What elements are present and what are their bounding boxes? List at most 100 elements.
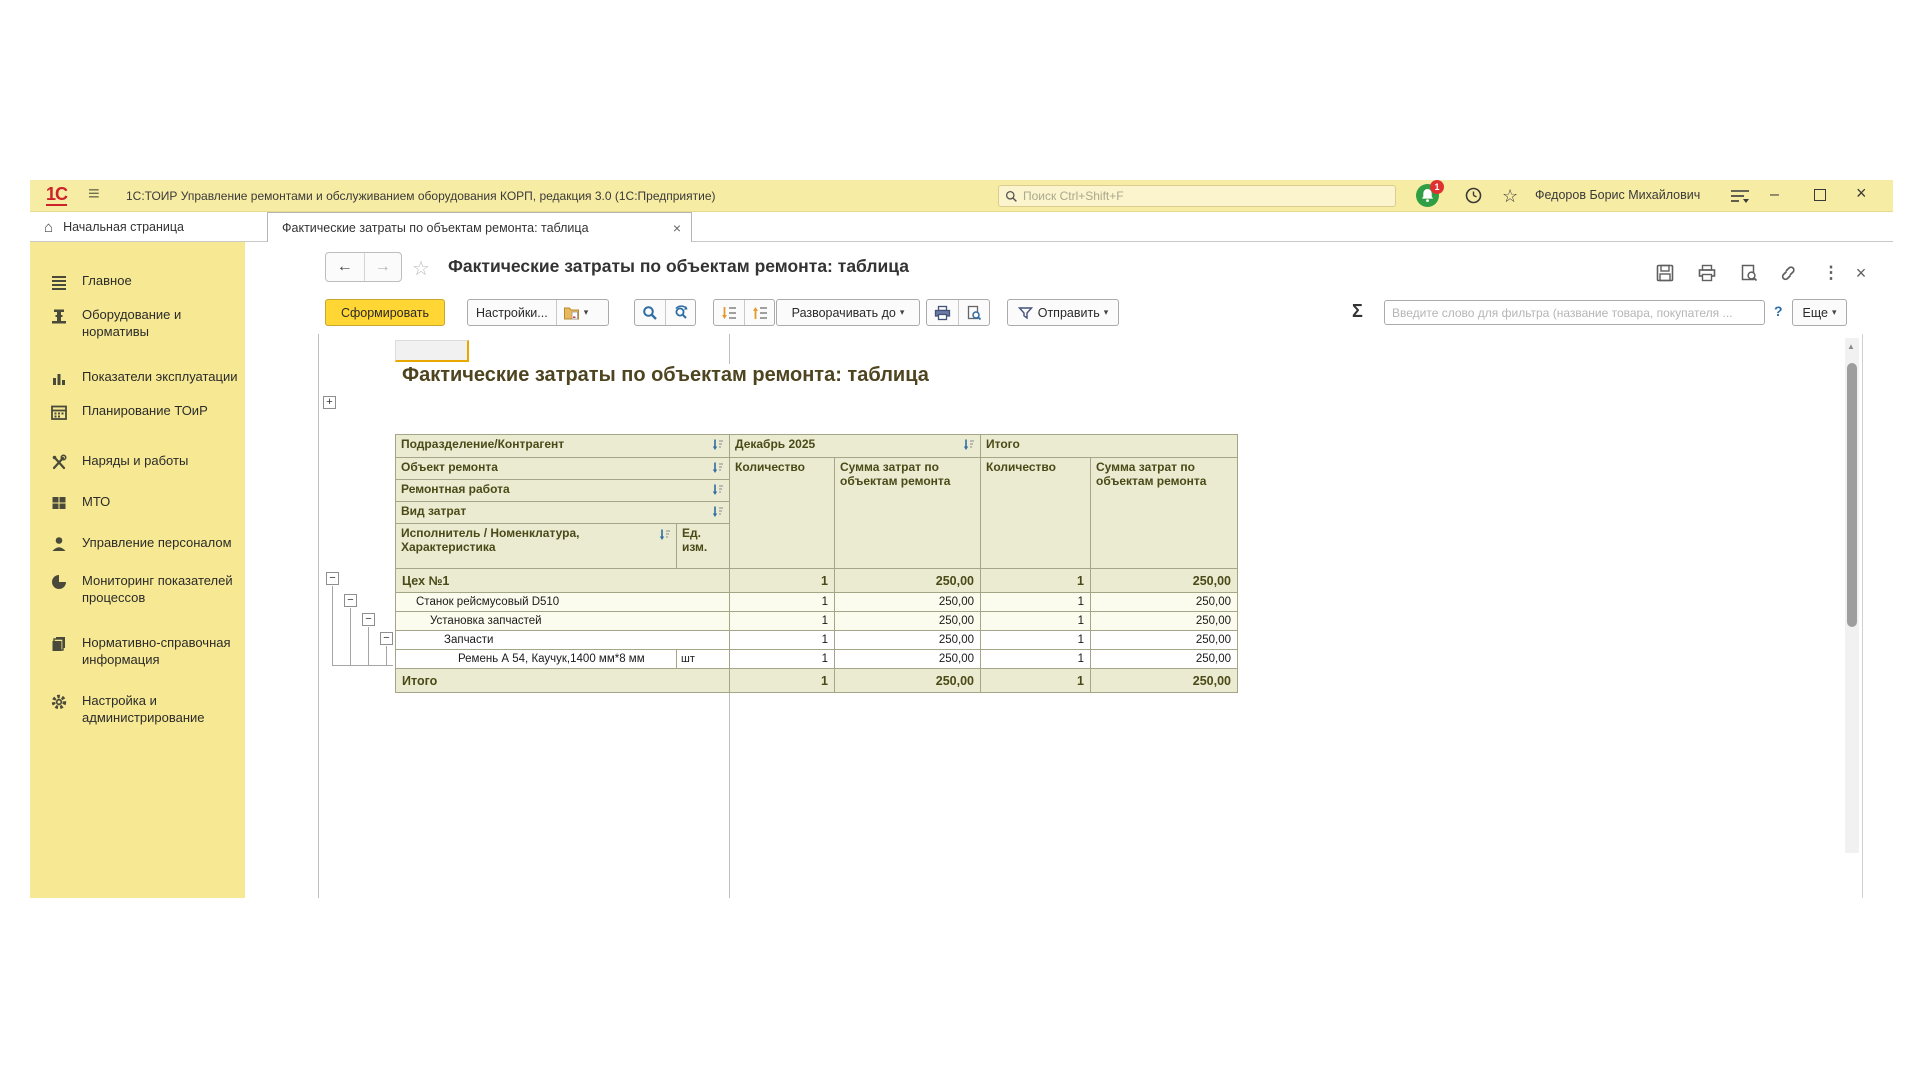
close-window-icon[interactable]: × bbox=[1856, 184, 1867, 202]
row-value-cell[interactable]: 250,00 bbox=[835, 593, 981, 612]
row-value-cell[interactable]: 250,00 bbox=[835, 650, 981, 669]
forward-icon[interactable]: → bbox=[364, 253, 402, 281]
row-value-cell[interactable]: 1 bbox=[981, 612, 1091, 631]
back-icon[interactable]: ← bbox=[326, 253, 364, 281]
row-name-cell[interactable]: Итого bbox=[396, 669, 730, 693]
header-executor-nomenclature[interactable]: Исполнитель / Номенклатура, Характеристи… bbox=[396, 524, 677, 569]
more-button[interactable]: Еще ▾ bbox=[1792, 299, 1847, 326]
collapse-group-minus-icon[interactable]: − bbox=[326, 572, 339, 585]
print-button[interactable] bbox=[927, 300, 958, 325]
print-icon[interactable] bbox=[1694, 260, 1720, 286]
row-value-cell[interactable]: 1 bbox=[730, 650, 835, 669]
row-value-cell[interactable]: 250,00 bbox=[1091, 669, 1238, 693]
collapse-groups-button[interactable] bbox=[714, 300, 744, 325]
sort-icon[interactable] bbox=[658, 528, 671, 541]
row-value-cell[interactable]: 1 bbox=[981, 669, 1091, 693]
row-name-cell[interactable]: Ремень А 54, Каучук,1400 мм*8 мм bbox=[396, 650, 677, 669]
sort-icon[interactable] bbox=[711, 505, 724, 518]
row-name-cell[interactable]: Запчасти bbox=[396, 631, 730, 650]
sidebar-item-monitoring[interactable]: Мониторинг показателей процессов bbox=[30, 572, 245, 606]
expand-groups-button[interactable] bbox=[744, 300, 775, 325]
header-group-column[interactable]: Подразделение/Контрагент bbox=[396, 435, 730, 458]
row-value-cell[interactable]: 1 bbox=[981, 593, 1091, 612]
tab-report-active[interactable]: Фактические затраты по объектам ремонта:… bbox=[267, 212, 692, 242]
collapse-group-minus-icon[interactable]: − bbox=[344, 594, 357, 607]
row-value-cell[interactable]: 250,00 bbox=[835, 669, 981, 693]
expand-all-plus-icon[interactable]: + bbox=[323, 396, 336, 409]
history-icon[interactable] bbox=[1464, 186, 1483, 210]
current-user-name[interactable]: Федоров Борис Михайлович bbox=[1535, 188, 1700, 202]
favorites-star-icon[interactable]: ☆ bbox=[1502, 186, 1518, 207]
row-value-cell[interactable]: 1 bbox=[730, 569, 835, 593]
header-repair-object[interactable]: Объект ремонта bbox=[396, 458, 730, 480]
global-search-input[interactable] bbox=[1023, 189, 1389, 203]
sort-icon[interactable] bbox=[711, 461, 724, 474]
repeat-search-button[interactable] bbox=[665, 300, 697, 325]
selected-cell[interactable] bbox=[395, 340, 469, 362]
generate-report-button[interactable]: Сформировать bbox=[325, 299, 445, 326]
row-name-cell[interactable]: Установка запчастей bbox=[396, 612, 730, 631]
header-unit[interactable]: Ед. изм. bbox=[677, 524, 730, 569]
service-menu-icon[interactable] bbox=[1730, 189, 1750, 209]
expand-to-dropdown[interactable]: Разворачивать до ▾ bbox=[776, 299, 920, 326]
header-total-column[interactable]: Итого bbox=[981, 435, 1238, 458]
send-dropdown[interactable]: Отправить ▾ bbox=[1007, 299, 1119, 326]
header-sum-dec[interactable]: Сумма затрат по объектам ремонта bbox=[835, 458, 981, 569]
sidebar-item-pokazateli[interactable]: Показатели эксплуатации bbox=[30, 368, 245, 387]
maximize-icon[interactable] bbox=[1814, 189, 1826, 201]
row-value-cell[interactable]: 250,00 bbox=[1091, 593, 1238, 612]
sort-icon[interactable] bbox=[962, 438, 975, 451]
report-variants-button[interactable]: ▾ bbox=[556, 300, 595, 325]
row-value-cell[interactable]: 1 bbox=[730, 669, 835, 693]
get-link-icon[interactable] bbox=[1776, 260, 1802, 286]
header-cost-type[interactable]: Вид затрат bbox=[396, 502, 730, 524]
tab-home-page[interactable]: ⌂ Начальная страница bbox=[30, 212, 267, 242]
preview-button[interactable] bbox=[958, 300, 989, 325]
sidebar-item-planirovanie[interactable]: Планирование ТОиР bbox=[30, 402, 245, 421]
row-value-cell[interactable]: 1 bbox=[730, 612, 835, 631]
print-preview-icon[interactable] bbox=[1736, 260, 1762, 286]
row-name-cell[interactable]: Цех №1 bbox=[396, 569, 730, 593]
find-button[interactable] bbox=[635, 300, 665, 325]
sidebar-item-naryady[interactable]: Наряды и работы bbox=[30, 452, 245, 471]
settings-button[interactable]: Настройки... bbox=[468, 300, 556, 325]
sidebar-item-glavnoe[interactable]: Главное bbox=[30, 272, 245, 291]
header-qty-dec[interactable]: Количество bbox=[730, 458, 835, 569]
row-value-cell[interactable]: 250,00 bbox=[1091, 612, 1238, 631]
sidebar-item-personal[interactable]: Управление персоналом bbox=[30, 534, 245, 553]
row-value-cell[interactable]: 1 bbox=[981, 569, 1091, 593]
row-unit-cell[interactable]: шт bbox=[677, 650, 730, 669]
row-value-cell[interactable]: 250,00 bbox=[835, 569, 981, 593]
close-report-icon[interactable]: × bbox=[1848, 260, 1874, 286]
header-period-column[interactable]: Декабрь 2025 bbox=[730, 435, 981, 458]
row-value-cell[interactable]: 250,00 bbox=[835, 631, 981, 650]
global-search-box[interactable] bbox=[998, 185, 1396, 207]
sidebar-item-nastroyka[interactable]: Настройка и администрирование bbox=[30, 692, 245, 726]
header-qty-total[interactable]: Количество bbox=[981, 458, 1091, 569]
row-value-cell[interactable]: 1 bbox=[730, 631, 835, 650]
collapse-group-minus-icon[interactable]: − bbox=[380, 632, 393, 645]
tab-close-icon[interactable]: × bbox=[673, 220, 681, 236]
row-value-cell[interactable]: 1 bbox=[981, 650, 1091, 669]
add-to-favorites-star-icon[interactable]: ☆ bbox=[412, 256, 430, 281]
scroll-up-icon[interactable]: ▲ bbox=[1847, 342, 1855, 351]
sidebar-item-nsi[interactable]: Нормативно-справочная информация bbox=[30, 634, 245, 668]
help-icon[interactable]: ? bbox=[1774, 303, 1783, 319]
filter-input[interactable] bbox=[1384, 300, 1765, 325]
sort-icon[interactable] bbox=[711, 438, 724, 451]
header-sum-total[interactable]: Сумма затрат по объектам ремонта bbox=[1091, 458, 1238, 569]
main-menu-icon[interactable]: ≡ bbox=[88, 183, 100, 206]
minimize-icon[interactable]: – bbox=[1770, 186, 1779, 204]
sidebar-item-oborudovanie[interactable]: Оборудование и нормативы bbox=[30, 306, 245, 340]
scrollbar-thumb[interactable] bbox=[1847, 363, 1857, 627]
row-value-cell[interactable]: 250,00 bbox=[1091, 569, 1238, 593]
row-value-cell[interactable]: 1 bbox=[981, 631, 1091, 650]
more-actions-kebab-icon[interactable]: ⋮ bbox=[1818, 260, 1844, 286]
row-name-cell[interactable]: Станок рейсмусовый D510 bbox=[396, 593, 730, 612]
header-repair-work[interactable]: Ремонтная работа bbox=[396, 480, 730, 502]
collapse-group-minus-icon[interactable]: − bbox=[362, 613, 375, 626]
row-value-cell[interactable]: 250,00 bbox=[1091, 631, 1238, 650]
row-value-cell[interactable]: 250,00 bbox=[1091, 650, 1238, 669]
sidebar-item-mto[interactable]: МТО bbox=[30, 493, 245, 512]
row-value-cell[interactable]: 1 bbox=[730, 593, 835, 612]
